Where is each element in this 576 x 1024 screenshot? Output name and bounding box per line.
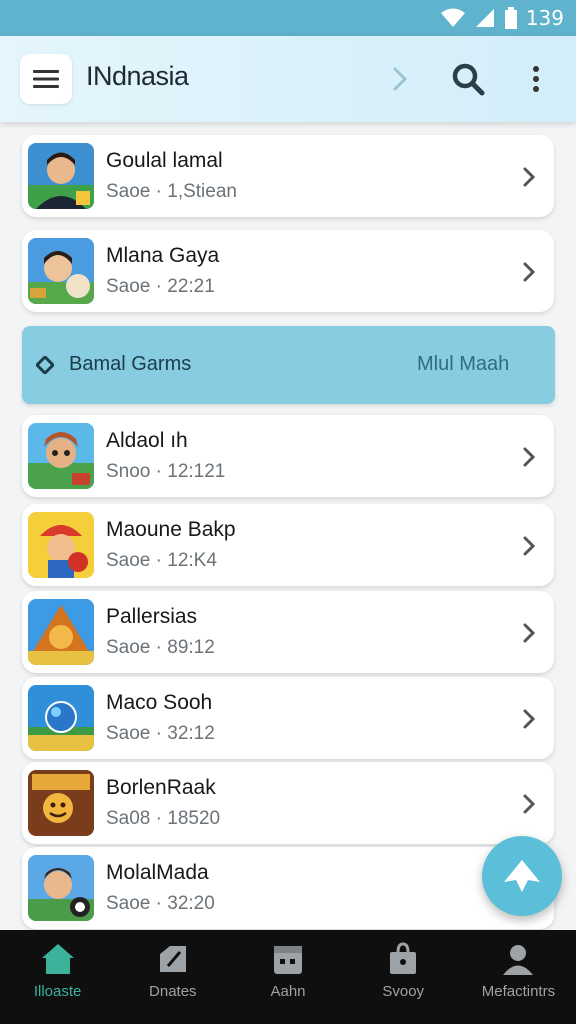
game-subtitle: Saoe · 32:12 <box>106 723 215 744</box>
game-thumbnail <box>28 143 94 209</box>
game-title: Goulal lamal <box>106 149 223 172</box>
chevron-right-icon <box>523 536 536 556</box>
game-title: Mlana Gaya <box>106 244 220 267</box>
calendar-icon <box>274 946 302 974</box>
game-title: MolalMada <box>106 861 209 884</box>
game-thumbnail <box>28 512 94 578</box>
game-title: BorlenRaak <box>106 776 216 799</box>
hamburger-icon <box>33 70 59 88</box>
chevron-right-icon <box>523 262 536 282</box>
nav-label: Aahn <box>270 983 306 1000</box>
game-card[interactable]: Aldaol ıh Snoo · 12:121 <box>22 415 554 497</box>
game-card[interactable]: BorlenRaak Sa08 · 18520 <box>22 762 554 844</box>
home-icon <box>41 944 74 974</box>
app-bar: INdnasia <box>0 36 576 122</box>
game-avatar-icon <box>28 143 94 209</box>
nav-item-home[interactable]: Illoaste <box>0 930 115 1024</box>
game-list: Goulal lamal Saoe · 1,Stiean Mlana Gaya … <box>22 122 556 932</box>
nav-label: Dnates <box>149 983 197 1000</box>
section-action-link[interactable]: Mlul Maah <box>417 353 509 376</box>
game-subtitle: Saoe · 89:12 <box>106 637 215 658</box>
scroll-top-button[interactable] <box>482 836 562 916</box>
game-card[interactable]: Maoune Bakp Saoe · 12:K4 <box>22 504 554 586</box>
game-subtitle: Snoo · 12:121 <box>106 461 226 482</box>
game-card[interactable]: Maco Sooh Saoe · 32:12 <box>22 677 554 759</box>
game-subtitle: Saoe · 1,Stiean <box>106 181 237 202</box>
nav-item-shop[interactable]: Svooy <box>346 930 461 1024</box>
profile-icon <box>503 945 534 975</box>
game-avatar-icon <box>28 423 94 489</box>
nav-label: Mefactintrs <box>481 983 556 1000</box>
chevron-right-icon <box>523 623 536 643</box>
nav-label: Illoaste <box>33 983 82 1000</box>
menu-button[interactable] <box>20 54 72 104</box>
chevron-right-icon <box>523 167 536 187</box>
game-avatar-icon <box>28 599 94 665</box>
game-thumbnail <box>28 423 94 489</box>
game-title: Maco Sooh <box>106 691 213 714</box>
game-subtitle: Saoe · 12:K4 <box>106 550 217 571</box>
app-title: INdnasia <box>86 61 189 91</box>
diamond-icon <box>36 356 54 374</box>
wifi-icon <box>440 8 465 27</box>
game-avatar-icon <box>28 770 94 836</box>
section-title: Bamal Garms <box>69 353 192 375</box>
status-time: 139 <box>525 6 564 30</box>
search-icon[interactable] <box>450 61 486 97</box>
game-thumbnail <box>28 599 94 665</box>
game-subtitle: Saoe · 22:21 <box>106 276 215 297</box>
nav-label: Svooy <box>382 983 425 1000</box>
more-vert-icon[interactable] <box>526 61 546 97</box>
chevron-right-icon[interactable] <box>388 65 412 93</box>
section-header[interactable]: Bamal Garms Mlul Maah <box>22 326 555 404</box>
signal-icon <box>475 9 494 27</box>
game-avatar-icon <box>28 685 94 751</box>
arrow-up-icon <box>504 860 540 892</box>
game-title: Aldaol ıh <box>106 429 188 452</box>
chevron-right-icon <box>523 447 536 467</box>
chevron-right-icon <box>523 709 536 729</box>
game-card[interactable]: MolalMada Saoe · 32:20 <box>22 847 554 929</box>
game-thumbnail <box>28 770 94 836</box>
status-bar: 139 <box>0 0 576 36</box>
game-thumbnail <box>28 855 94 921</box>
nav-item-profile[interactable]: Mefactintrs <box>461 930 576 1024</box>
game-card[interactable]: Goulal lamal Saoe · 1,Stiean <box>22 135 554 217</box>
game-subtitle: Saoe · 32:20 <box>106 893 215 914</box>
game-avatar-icon <box>28 855 94 921</box>
edit-icon <box>159 946 186 972</box>
nav-item-calendar[interactable]: Aahn <box>230 930 345 1024</box>
game-card[interactable]: Pallersias Saoe · 89:12 <box>22 591 554 673</box>
shopping-bag-icon <box>390 942 417 974</box>
nav-item-notes[interactable]: Dnates <box>115 930 230 1024</box>
battery-icon <box>504 7 517 29</box>
bottom-nav: Illoaste Dnates Aahn Svooy Mefactintrs <box>0 930 576 1024</box>
game-avatar-icon <box>28 238 94 304</box>
game-avatar-icon <box>28 512 94 578</box>
game-subtitle: Sa08 · 18520 <box>106 808 221 829</box>
chevron-right-icon <box>523 794 536 814</box>
game-title: Pallersias <box>106 605 198 628</box>
game-card[interactable]: Mlana Gaya Saoe · 22:21 <box>22 230 554 312</box>
game-title: Maoune Bakp <box>106 518 236 541</box>
game-thumbnail <box>28 685 94 751</box>
game-thumbnail <box>28 238 94 304</box>
